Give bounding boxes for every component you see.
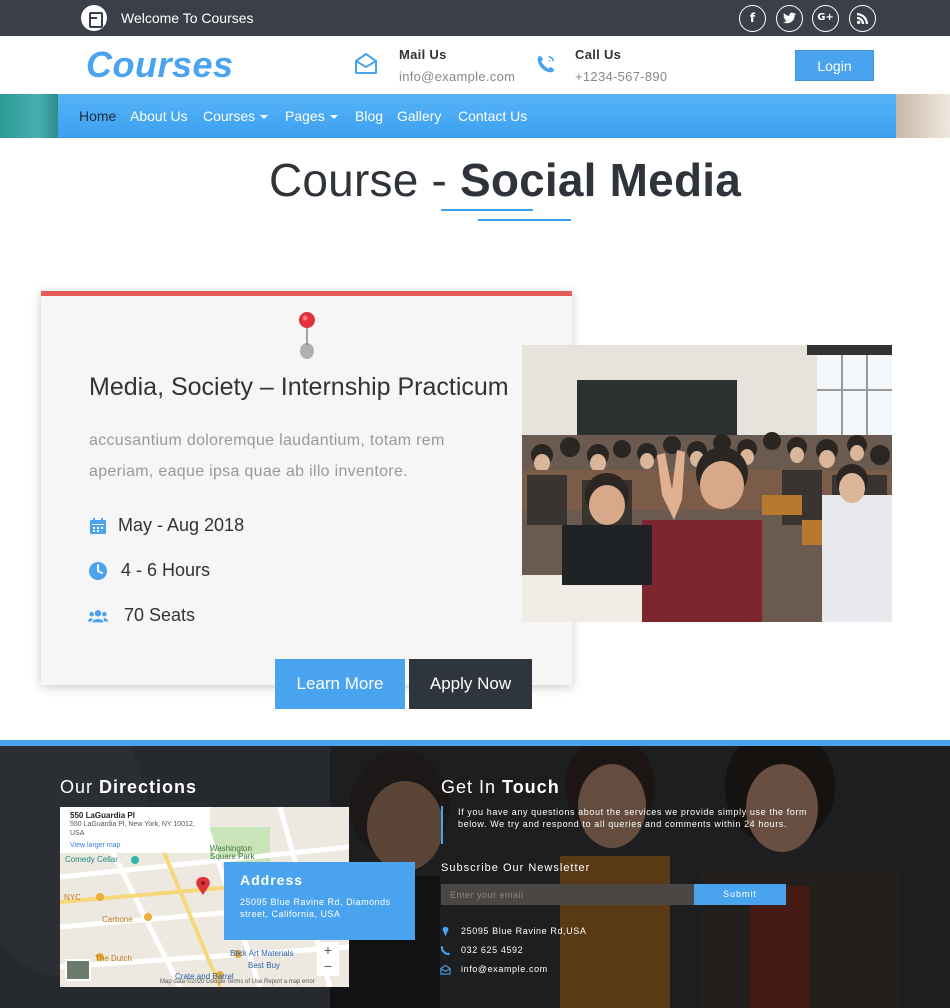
course-date: May - Aug 2018 — [118, 515, 245, 535]
call-value[interactable]: +1234-567-890 — [575, 69, 667, 84]
nav-item-courses-label: Courses — [203, 108, 256, 124]
map-label: NYC — [64, 893, 81, 902]
touch-bold: Touch — [502, 777, 560, 797]
zoom-out-icon[interactable]: − — [317, 958, 339, 974]
nav-item-home[interactable]: Home — [79, 108, 116, 124]
nav-item-pages-label: Pages — [285, 108, 325, 124]
apply-now-button[interactable]: Apply Now — [409, 659, 532, 709]
phone-icon — [440, 945, 451, 956]
chevron-down-icon — [260, 115, 269, 120]
learn-more-button[interactable]: Learn More — [275, 659, 405, 709]
course-hours: 4 - 6 Hours — [121, 560, 211, 580]
newsletter-email-input[interactable] — [441, 884, 694, 905]
directions-bold: Directions — [99, 777, 198, 797]
nav-decoration — [896, 94, 950, 138]
google-plus-icon[interactable]: G+ — [812, 5, 839, 32]
map-attribution: Map data ©2020 Google Terms of Use Repor… — [160, 979, 315, 985]
clock-icon — [89, 562, 107, 580]
address-box-title: Address — [240, 872, 304, 888]
newsletter-title: Subscribe Our Newsletter — [441, 862, 591, 874]
zoom-in-icon[interactable]: + — [317, 942, 339, 958]
course-seats: 70 Seats — [124, 605, 196, 625]
map-label: Best Buy — [248, 961, 281, 970]
map-place-address: 550 LaGuardia Pl, New York, NY 10012, US… — [70, 821, 195, 837]
map-info-card: 550 LaGuardia Pl 550 LaGuardia Pl, New Y… — [60, 807, 210, 853]
course-title: Media, Society – Internship Practicum — [89, 373, 509, 401]
map-label: Carbone — [102, 915, 133, 924]
nav-item-contact[interactable]: Contact Us — [458, 108, 527, 124]
map-label: Washington Square Park — [210, 844, 255, 861]
site-header: Courses Mail Us info@example.com Call Us… — [0, 36, 950, 94]
page-title: Course - Social Media — [0, 153, 950, 207]
touch-accent-bar — [441, 806, 443, 844]
map-zoom-control[interactable]: + − — [317, 942, 339, 976]
nav-item-courses[interactable]: Courses — [203, 108, 269, 124]
touch-heading: Get In Touch — [441, 777, 560, 798]
nav-item-pages[interactable]: Pages — [285, 108, 338, 124]
book-icon — [81, 5, 107, 31]
map-label: Blick Art Materials — [230, 949, 294, 958]
map-place-name: 550 LaGuardia Pl — [70, 811, 135, 820]
rss-icon[interactable] — [849, 5, 876, 32]
facebook-icon[interactable]: f — [739, 5, 766, 32]
page-title-prefix: Course - — [268, 154, 460, 206]
directions-heading: Our Directions — [60, 777, 197, 798]
twitter-icon[interactable] — [776, 5, 803, 32]
envelope-icon — [355, 53, 377, 74]
directions-prefix: Our — [60, 777, 100, 797]
brand-logo[interactable]: Courses — [86, 44, 234, 86]
phone-icon — [537, 55, 555, 73]
nav-item-gallery[interactable]: Gallery — [397, 108, 441, 124]
newsletter-submit-button[interactable]: Submit — [694, 884, 786, 905]
address-box: Address 25095 Blue Ravine Rd, Diamonds s… — [224, 862, 415, 940]
page-title-bold: Social Media — [459, 154, 742, 206]
title-underline — [478, 219, 571, 221]
mail-title: Mail Us — [399, 47, 447, 62]
calendar-icon — [90, 518, 106, 534]
users-icon — [88, 610, 108, 623]
mail-value[interactable]: info@example.com — [399, 69, 515, 84]
nav-item-blog[interactable]: Blog — [355, 108, 383, 124]
map-label: Comedy Cellar — [65, 855, 118, 864]
call-title: Call Us — [575, 47, 622, 62]
chevron-down-icon — [329, 115, 338, 120]
envelope-icon — [440, 964, 451, 975]
nav-background: Home About Us Courses Pages Blog Gallery… — [0, 94, 950, 138]
top-bar: Welcome To Courses f G+ — [0, 0, 950, 36]
nav-item-about[interactable]: About Us — [130, 108, 188, 124]
title-underline — [441, 209, 533, 211]
course-description: accusantium doloremque laudantium, totam… — [89, 432, 445, 480]
address-box-value: 25095 Blue Ravine Rd, Diamonds street, C… — [240, 897, 391, 919]
touch-prefix: Get In — [441, 777, 503, 797]
map-marker-icon — [442, 926, 449, 937]
contact-address: 25095 Blue Ravine Rd,USA — [461, 926, 587, 936]
view-larger-map-link[interactable]: View larger map — [70, 841, 200, 850]
welcome-text: Welcome To Courses — [121, 10, 254, 26]
login-button[interactable]: Login — [795, 50, 874, 81]
touch-text: If you have any questions about the serv… — [458, 807, 808, 829]
contact-email[interactable]: info@example.com — [461, 964, 548, 974]
map-pin-icon — [299, 312, 315, 359]
contact-phone[interactable]: 032 625 4592 — [461, 945, 523, 955]
classroom-photo — [522, 345, 892, 622]
map-label: The Dutch — [95, 954, 132, 963]
main-nav: Home About Us Courses Pages Blog Gallery… — [58, 94, 896, 138]
